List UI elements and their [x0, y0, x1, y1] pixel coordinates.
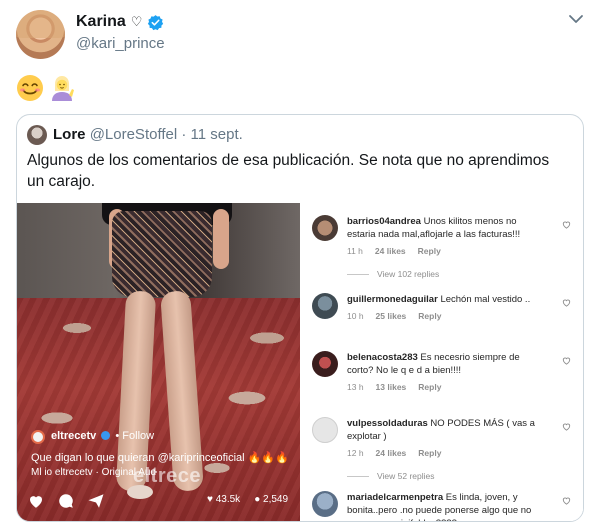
eltrece-watermark: eltrece — [133, 465, 201, 487]
commenter-avatar — [312, 351, 338, 377]
header-separator: · — [181, 126, 187, 143]
comment-heart-icon — [562, 423, 571, 431]
comment-icon — [59, 494, 73, 508]
quoted-tweet-header: Lore @LoreStoffel · 11 sept. — [53, 126, 243, 143]
comment-user: mariadelcarmenpetra — [347, 492, 444, 503]
woman-tipping-hand-icon — [52, 76, 74, 101]
comment-user: belenacosta283 — [347, 352, 418, 363]
instagram-video-screenshot: eltrecetv • Follow Que digan lo que quie… — [17, 203, 300, 521]
video-caption: Que digan lo que quieran @kariprinceofic… — [31, 452, 289, 464]
quoted-tweet-image[interactable]: eltrecetv • Follow Que digan lo que quie… — [17, 203, 583, 521]
comment-likes: 24 likes — [375, 448, 407, 458]
comment-user: vulpessoldaduras — [347, 418, 428, 429]
quoted-author-name[interactable]: Lore — [53, 126, 86, 143]
comment-heart-icon — [562, 497, 571, 505]
comments-count: 2,549 — [263, 494, 289, 505]
comment-heart-icon — [562, 357, 571, 365]
verified-badge-icon — [148, 14, 164, 30]
tweet: Karina ♡ @kari_prince Lore @LoreStoffel … — [0, 0, 602, 531]
quoted-tweet[interactable]: Lore @LoreStoffel · 11 sept. Algunos de … — [16, 114, 584, 522]
views-count: 43.5k — [215, 494, 241, 505]
comment-likes: 24 likes — [374, 246, 406, 256]
quoted-author-avatar[interactable] — [27, 125, 47, 145]
video-account: eltrecetv • Follow — [51, 430, 154, 442]
verified-icon — [101, 431, 111, 440]
comment-time: 10 h — [347, 311, 364, 321]
comments-panel: barrios04andrea Unos kilitos menos no es… — [300, 203, 583, 521]
view-replies: View 102 replies — [347, 269, 439, 279]
comment-user: guillermonedaguilar — [347, 294, 438, 305]
tweet-emojis — [16, 74, 76, 102]
quoted-tweet-text: Algunos de los comentarios de esa public… — [27, 152, 550, 190]
author-name-row: Karina ♡ — [76, 13, 164, 31]
view-replies: View 52 replies — [347, 471, 435, 481]
commenter-avatar — [312, 293, 338, 319]
chevron-down-icon[interactable] — [568, 12, 584, 26]
comment-heart-icon — [562, 221, 571, 229]
comment-user: barrios04andrea — [347, 216, 421, 227]
comment-reply: Reply — [418, 448, 442, 458]
video-stats: ♥ 43.5k ● 2,549 — [207, 494, 289, 505]
comment-reply: Reply — [418, 382, 442, 392]
comment-time: 12 h — [347, 448, 364, 458]
follow-label: • Follow — [115, 430, 155, 442]
video-account-name: eltrecetv — [51, 430, 97, 442]
comment-time: 13 h — [347, 382, 364, 392]
comment-heart-icon — [562, 299, 571, 307]
comment-likes: 25 likes — [375, 311, 407, 321]
commenter-avatar — [312, 215, 338, 241]
quoted-author-handle[interactable]: @LoreStoffel — [90, 126, 178, 143]
commenter-avatar — [312, 491, 338, 517]
comment-likes: 13 likes — [375, 382, 407, 392]
heart-icon — [30, 496, 42, 508]
share-icon — [88, 494, 104, 508]
author-handle[interactable]: @kari_prince — [76, 35, 165, 52]
smiling-face-icon — [17, 75, 43, 101]
comment-text: Lechón mal vestido .. — [440, 294, 531, 305]
comment-reply: Reply — [417, 246, 441, 256]
comment-reply: Reply — [418, 311, 442, 321]
commenter-avatar — [312, 417, 338, 443]
quoted-tweet-date[interactable]: 11 sept. — [191, 126, 243, 143]
comment-time: 11 h — [347, 246, 363, 256]
account-logo-icon — [31, 430, 45, 444]
author-avatar[interactable] — [16, 10, 65, 59]
author-display-name[interactable]: Karina — [76, 13, 126, 31]
video-actions — [27, 492, 105, 510]
heart-symbol: ♡ — [130, 14, 143, 29]
